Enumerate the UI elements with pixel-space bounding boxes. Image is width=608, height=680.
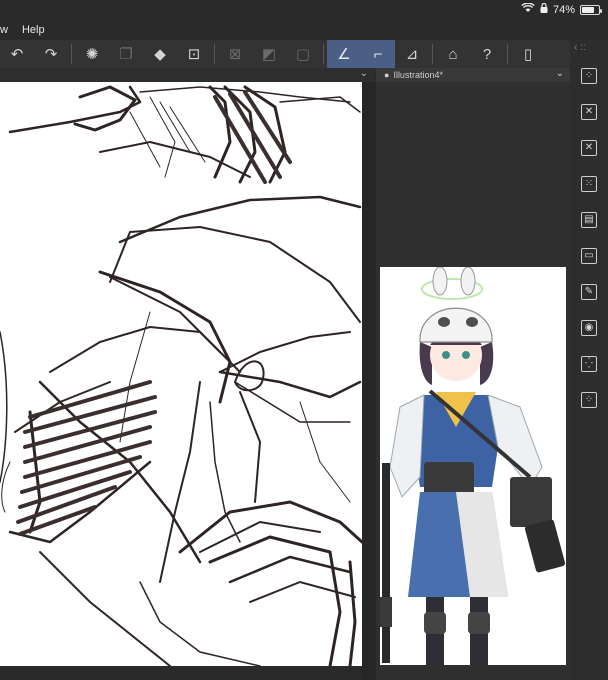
settings-grid-icon[interactable]: ⁘ — [581, 392, 597, 408]
graduation-cap-icon[interactable]: ⌂ — [436, 40, 470, 68]
panel-divider[interactable] — [362, 82, 376, 680]
new-canvas-icon[interactable]: ⁘ — [581, 68, 597, 84]
tab-illustration[interactable]: ● Illustration4* ⌄ — [376, 68, 570, 82]
drawing-canvas[interactable] — [0, 82, 362, 666]
invert-selection-icon[interactable]: ◩ — [252, 40, 286, 68]
edit-icon[interactable]: ✎ — [581, 284, 597, 300]
status-bar: 74% — [0, 0, 608, 20]
character-preview — [380, 267, 566, 665]
status-right: 74% — [521, 2, 602, 16]
undo-icon[interactable]: ↶ — [0, 40, 34, 68]
ruler-icon[interactable]: ⊿ — [395, 40, 429, 68]
command-toolbar: ↶ ↷ ✺ ❐ ◆ ⊡ ⊠ ◩ ▢ ∠ ⌐ ⊿ ⌂ ? ▯ — [0, 40, 570, 68]
brush-icon[interactable]: ⌐ — [361, 40, 395, 68]
canvas-header: ⌄ — [0, 68, 374, 82]
toolbar-separator — [214, 44, 215, 64]
save-icon[interactable]: ▤ — [581, 212, 597, 228]
wifi-icon — [521, 2, 535, 16]
loading-spinner-icon[interactable]: ✺ — [75, 40, 109, 68]
navigator-preview[interactable] — [380, 267, 566, 665]
help-icon[interactable]: ? — [470, 40, 504, 68]
camera-icon[interactable]: ◉ — [581, 320, 597, 336]
clear-selection-icon[interactable]: ⊠ — [218, 40, 252, 68]
chevron-left-icon[interactable]: ‹ :: — [574, 42, 586, 53]
redo-icon[interactable]: ↷ — [34, 40, 68, 68]
grid-icon[interactable]: ⁙ — [581, 176, 597, 192]
chevron-down-icon[interactable]: ⌄ — [360, 68, 368, 79]
toolbar-separator — [71, 44, 72, 64]
tab-label: Illustration4* — [393, 70, 443, 80]
navigator-panel: ● Illustration4* ⌄ — [376, 68, 570, 680]
save-as-icon[interactable]: ▭ — [581, 248, 597, 264]
copy-icon[interactable]: ❐ — [109, 40, 143, 68]
bottom-bar — [0, 666, 362, 680]
delete-file-icon[interactable]: ✕ — [581, 140, 597, 156]
crop-icon[interactable]: ⊡ — [177, 40, 211, 68]
right-command-bar: ‹ :: ⁘ ✕ ✕ ⁙ ▤ ▭ ✎ ◉ ⁛ ⁘ — [570, 40, 608, 680]
selection-border-icon[interactable]: ▢ — [286, 40, 320, 68]
device-icon[interactable]: ▯ — [511, 40, 545, 68]
toolbar-separator — [507, 44, 508, 64]
battery-icon — [580, 4, 602, 15]
close-file-icon[interactable]: ✕ — [581, 104, 597, 120]
pattern-icon[interactable]: ⁛ — [581, 356, 597, 372]
battery-percent: 74% — [552, 3, 575, 16]
menu-help[interactable]: Help — [22, 24, 45, 36]
menu-window[interactable]: w — [0, 24, 8, 36]
menu-bar: w Help — [0, 20, 608, 40]
battery-level — [582, 6, 594, 13]
sketch-artwork — [0, 85, 362, 666]
fill-bucket-icon[interactable]: ◆ — [143, 40, 177, 68]
lock-icon — [540, 2, 548, 16]
tab-dot-icon: ● — [384, 70, 390, 80]
chevron-down-icon[interactable]: ⌄ — [556, 68, 564, 79]
toolbar-separator — [323, 44, 324, 64]
toolbar-separator — [432, 44, 433, 64]
pen-icon[interactable]: ∠ — [327, 40, 361, 68]
